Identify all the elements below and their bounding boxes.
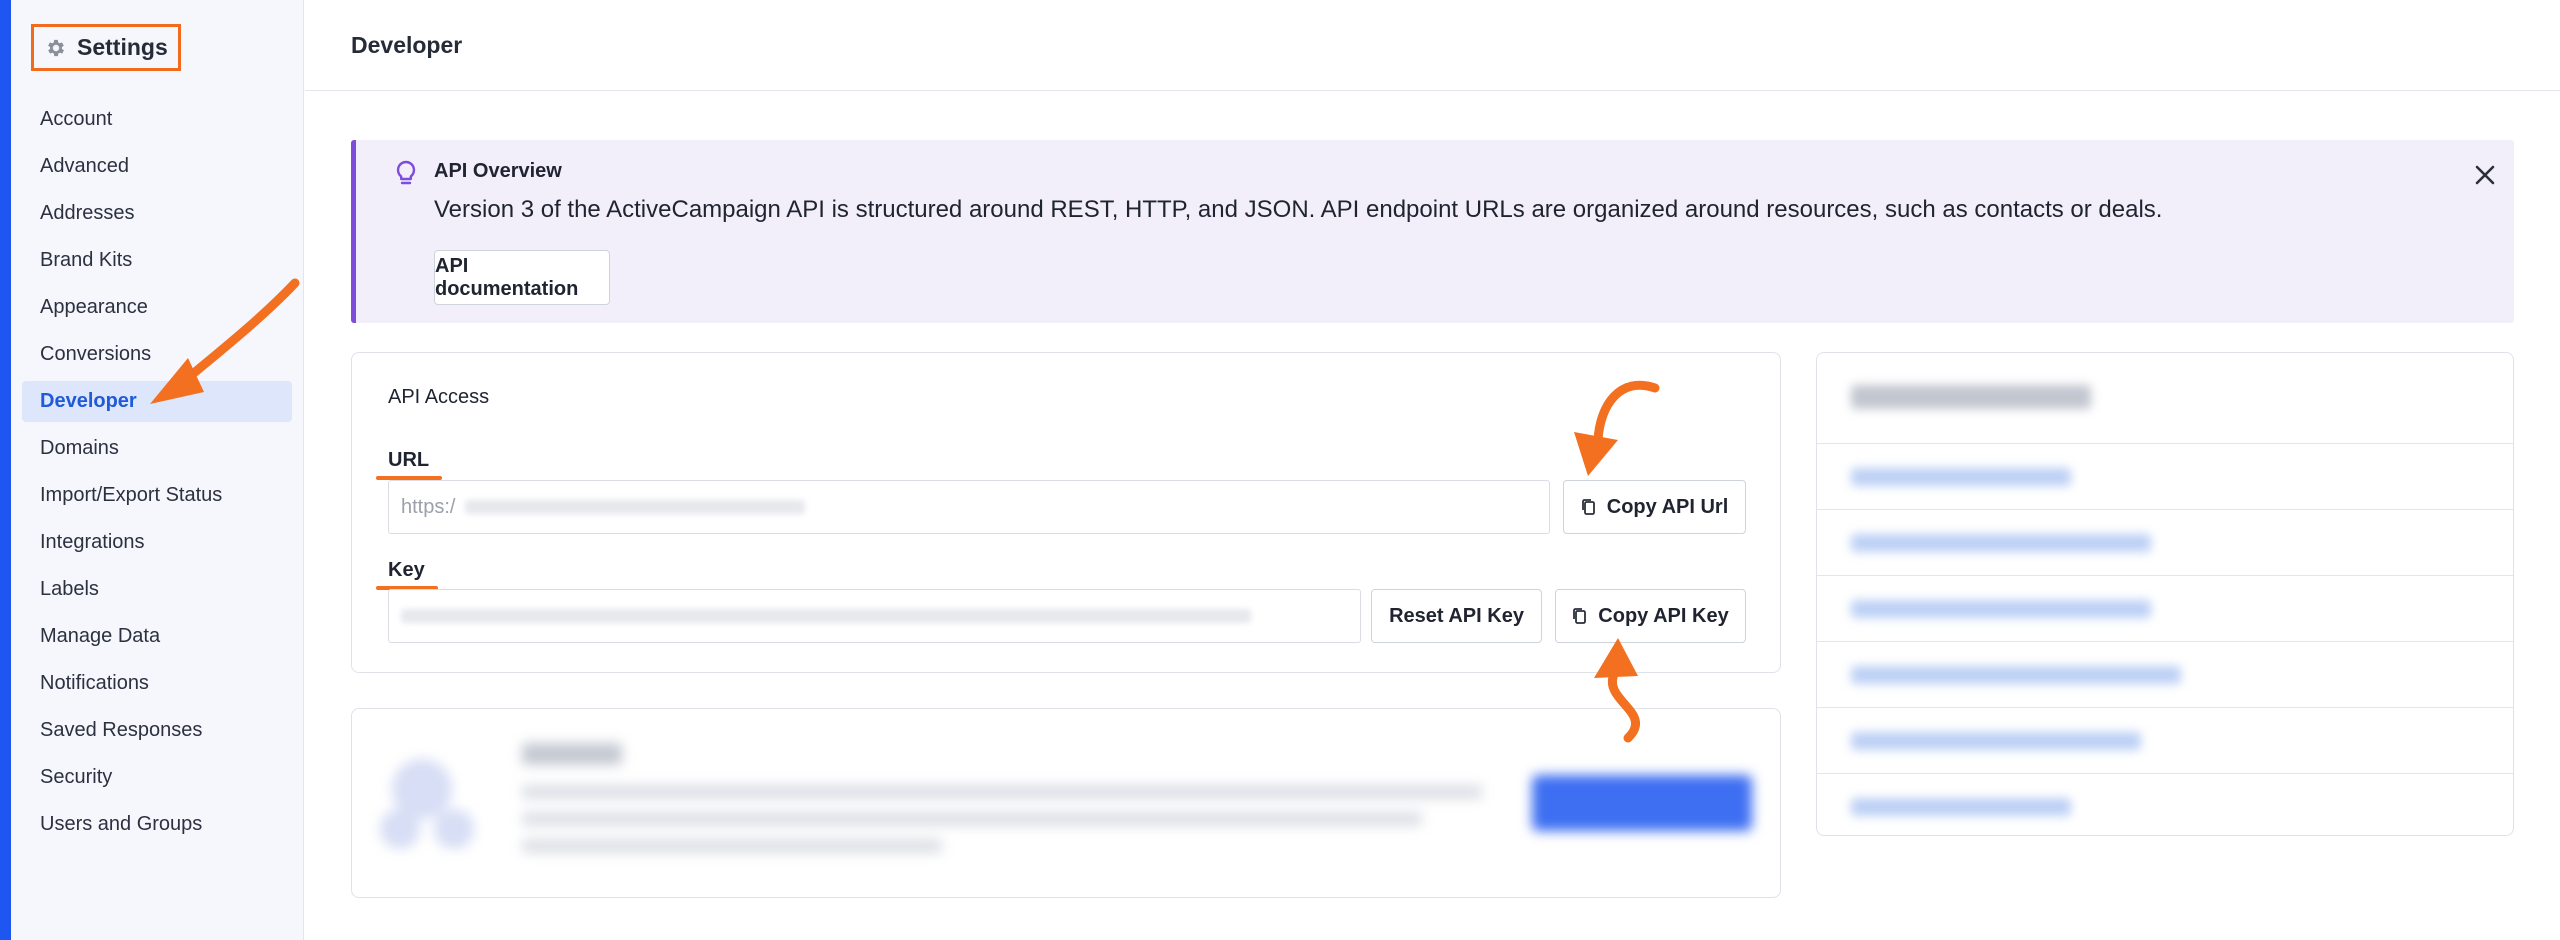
gear-icon (48, 39, 64, 56)
settings-nav: Account Advanced Addresses Brand Kits Ap… (22, 99, 292, 851)
reset-api-key-button[interactable]: Reset API Key (1371, 589, 1542, 643)
lightbulb-icon (396, 160, 416, 185)
url-label: URL (388, 449, 430, 471)
developer-resources-card (1816, 352, 2514, 836)
api-access-card: API Access URL https:/ Copy API Url Key … (351, 352, 1781, 673)
sidebar-item-manage-data[interactable]: Manage Data (22, 616, 292, 657)
copy-api-key-button[interactable]: Copy API Key (1555, 589, 1746, 643)
settings-heading: Settings (31, 24, 181, 71)
sidebar-item-integrations[interactable]: Integrations (22, 522, 292, 563)
copy-icon (1573, 608, 1587, 624)
copy-api-url-button[interactable]: Copy API Url (1563, 480, 1746, 534)
api-url-redacted (465, 500, 806, 514)
api-url-value: https:/ (401, 495, 456, 518)
sidebar-item-labels[interactable]: Labels (22, 569, 292, 610)
sidebar-item-domains[interactable]: Domains (22, 428, 292, 469)
settings-sidebar: Settings Account Advanced Addresses Bran… (11, 0, 304, 940)
banner-title: API Overview (434, 160, 562, 182)
left-edge-bar (0, 0, 11, 940)
sidebar-item-security[interactable]: Security (22, 757, 292, 798)
copy-api-url-label: Copy API Url (1606, 495, 1729, 518)
blurred-card (351, 708, 1781, 898)
sidebar-item-appearance[interactable]: Appearance (22, 287, 292, 328)
close-icon[interactable] (2474, 164, 2496, 186)
blurred-resources (1817, 353, 2513, 835)
sidebar-item-developer[interactable]: Developer (22, 381, 292, 422)
sidebar-item-notifications[interactable]: Notifications (22, 663, 292, 704)
copy-api-key-label: Copy API Key (1598, 604, 1729, 627)
api-documentation-button[interactable]: API documentation (434, 250, 610, 305)
settings-title: Settings (77, 34, 168, 60)
page-header: Developer (305, 0, 2560, 91)
key-label: Key (388, 559, 425, 581)
api-access-title: API Access (388, 386, 490, 408)
banner-description: Version 3 of the ActiveCampaign API is s… (434, 196, 2163, 223)
sidebar-item-account[interactable]: Account (22, 99, 292, 140)
blurred-content (352, 709, 1780, 897)
sidebar-item-saved-responses[interactable]: Saved Responses (22, 710, 292, 751)
api-url-field[interactable]: https:/ (388, 480, 1550, 534)
page-title: Developer (351, 31, 463, 58)
api-overview-banner: API Overview Version 3 of the ActiveCamp… (351, 140, 2514, 323)
sidebar-item-users-and-groups[interactable]: Users and Groups (22, 804, 292, 845)
api-key-field[interactable] (388, 589, 1361, 643)
sidebar-item-conversions[interactable]: Conversions (22, 334, 292, 375)
sidebar-item-addresses[interactable]: Addresses (22, 193, 292, 234)
sidebar-item-import-export-status[interactable]: Import/Export Status (22, 475, 292, 516)
api-key-redacted (401, 609, 1251, 623)
sidebar-item-brand-kits[interactable]: Brand Kits (22, 240, 292, 281)
sidebar-item-advanced[interactable]: Advanced (22, 146, 292, 187)
copy-icon (1581, 499, 1595, 515)
